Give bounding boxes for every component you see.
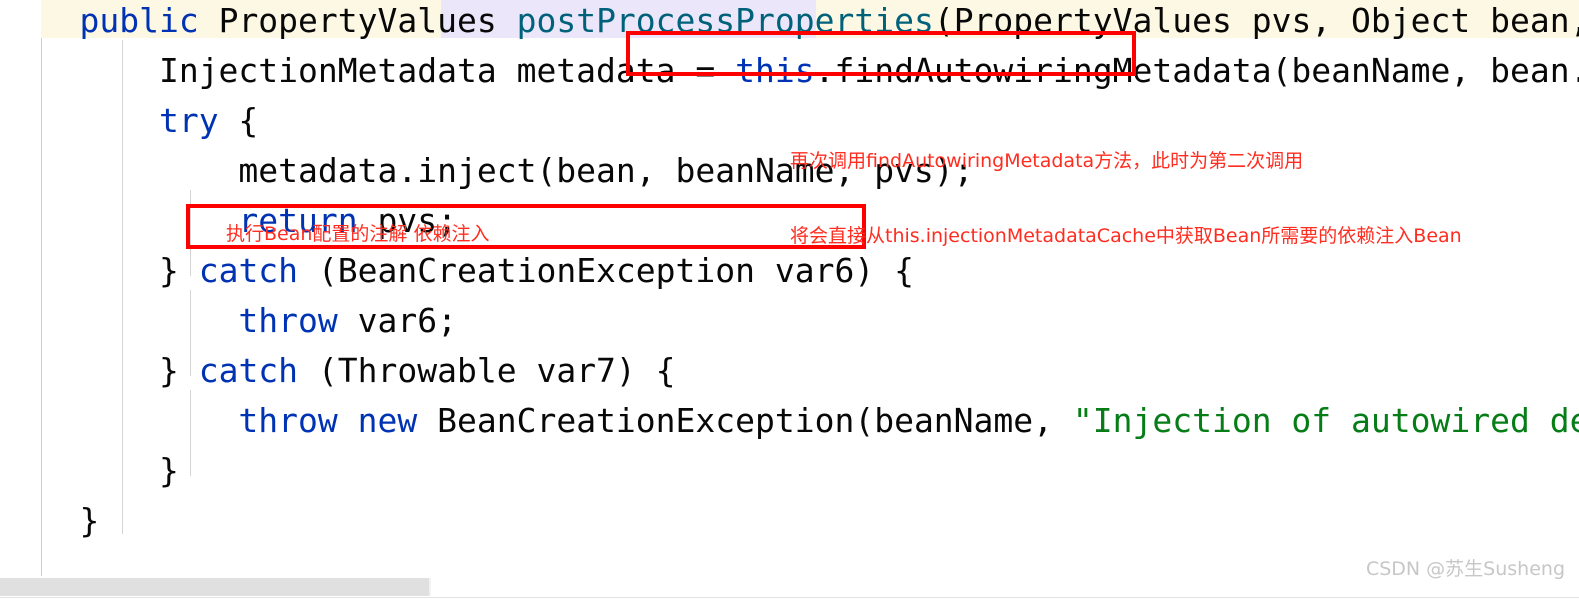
- code-token: new: [357, 401, 418, 440]
- code-token: public: [79, 1, 199, 40]
- annotation-find-metadata-line1: 再次调用findAutowiringMetadata方法，此时为第二次调用: [790, 150, 1304, 172]
- code-token: }: [158, 451, 179, 490]
- code-token: catch: [198, 351, 299, 390]
- code-line: throw var6;: [0, 302, 457, 340]
- code-line: }: [0, 452, 179, 490]
- annotation-inject: 执行Bean配置的注解 依赖注入: [226, 172, 489, 297]
- code-token: PropertyValues: [198, 1, 517, 40]
- editor-bottom-rule: [0, 597, 1579, 598]
- code-line: }: [0, 502, 99, 540]
- code-token: var6;: [337, 301, 457, 340]
- code-token: }: [79, 501, 100, 540]
- code-token: throw: [238, 301, 338, 340]
- code-line: throw new BeanCreationException(beanName…: [0, 402, 1579, 440]
- code-line: } catch (Throwable var7) {: [0, 352, 676, 390]
- code-token: BeanCreationException(beanName,: [417, 401, 1073, 440]
- horizontal-scrollbar-thumb-edge: [429, 578, 431, 596]
- code-token: {: [218, 101, 259, 140]
- code-token: "Injection of autowired dependencie: [1072, 401, 1579, 440]
- code-editor[interactable]: public PropertyValues postProcessPropert…: [0, 0, 1579, 605]
- annotation-find-metadata: 再次调用findAutowiringMetadata方法，此时为第二次调用 将会…: [790, 99, 1462, 299]
- code-line: try {: [0, 102, 258, 140]
- horizontal-scrollbar-thumb[interactable]: [0, 578, 430, 596]
- code-token: }: [158, 251, 199, 290]
- code-token: try: [158, 101, 219, 140]
- code-token: (Throwable var7) {: [298, 351, 676, 390]
- annotation-inject-line1: 执行Bean配置的注解 依赖注入: [226, 223, 490, 245]
- watermark: CSDN @苏生Susheng: [1365, 558, 1565, 580]
- highlight-box-find-autowiring-metadata: [626, 31, 1136, 76]
- annotation-find-metadata-line2: 将会直接从this.injectionMetadataCache中获取Bean所…: [790, 225, 1462, 247]
- code-content[interactable]: public PropertyValues postProcessPropert…: [0, 0, 1579, 605]
- code-token: }: [158, 351, 199, 390]
- code-token: throw: [238, 401, 338, 440]
